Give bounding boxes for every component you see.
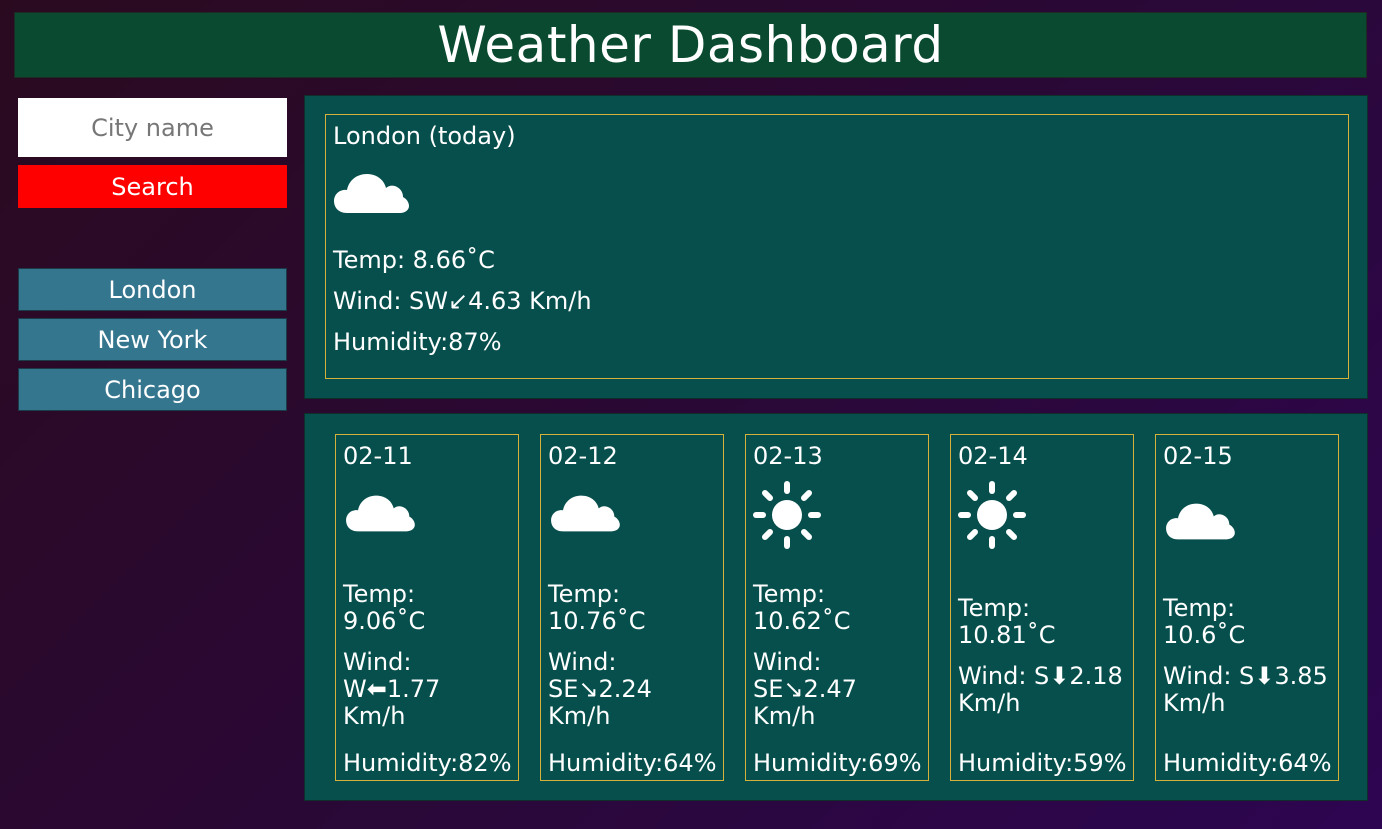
current-humidity: Humidity:87% bbox=[333, 328, 502, 356]
current-weather-panel: London (today) Temp: 8.66˚C Wind: SW↙4.6… bbox=[304, 95, 1368, 399]
forecast-date: 02-12 bbox=[548, 442, 618, 470]
forecast-date: 02-15 bbox=[1163, 442, 1233, 470]
forecast-wind: Wind: SE↘2.47 Km/h bbox=[753, 648, 857, 730]
search-history-list: London New York Chicago bbox=[18, 268, 287, 418]
cloud-icon bbox=[346, 495, 415, 532]
city-search-input[interactable] bbox=[18, 98, 287, 157]
history-button-london[interactable]: London bbox=[18, 268, 287, 311]
app-header: Weather Dashboard bbox=[14, 12, 1367, 78]
forecast-temp: Temp: 9.06˚C bbox=[343, 580, 426, 635]
forecast-date: 02-14 bbox=[958, 442, 1028, 470]
forecast-card: 02-14 Temp: 10.81˚C Wind: S⬇2.18 Km/h Hum bbox=[950, 434, 1134, 781]
forecast-wind: Wind: SE↘2.24 Km/h bbox=[548, 648, 652, 730]
forecast-date: 02-11 bbox=[343, 442, 413, 470]
forecast-card: 02-13 Temp: 10.62˚C Wind: SE↘2.47 Km/h Hum bbox=[745, 434, 929, 781]
history-button-new-york[interactable]: New York bbox=[18, 318, 287, 361]
forecast-card: 02-12 Temp: 10.76˚C Wind: SE↘2.24 Km/h Humi… bbox=[540, 434, 724, 781]
forecast-temp: Temp: 10.62˚C bbox=[753, 580, 851, 635]
forecast-panel: 02-11 Temp: 9.06˚C Wind: W⬅1.77 Km/h Humidi… bbox=[304, 413, 1368, 801]
search-button[interactable]: Search bbox=[18, 165, 287, 208]
history-button-chicago[interactable]: Chicago bbox=[18, 368, 287, 411]
forecast-humidity: Humidity:69% bbox=[753, 749, 922, 777]
forecast-humidity: Humidity:64% bbox=[1163, 749, 1332, 777]
current-city-title: London (today) bbox=[333, 122, 516, 150]
sun-icon bbox=[753, 481, 821, 549]
cloud-icon bbox=[551, 495, 620, 532]
forecast-temp: Temp: 10.6˚C bbox=[1163, 594, 1246, 649]
forecast-wind: Wind: W⬅1.77 Km/h bbox=[343, 648, 441, 730]
forecast-temp: Temp: 10.76˚C bbox=[548, 580, 646, 635]
cloud-icon bbox=[1166, 503, 1235, 540]
page-title: Weather Dashboard bbox=[437, 16, 944, 74]
sun-icon bbox=[958, 481, 1026, 549]
forecast-wind: Wind: S⬇3.85 Km/h bbox=[1163, 662, 1328, 717]
forecast-humidity: Humidity:59% bbox=[958, 749, 1127, 777]
forecast-card: 02-15 Temp: 10.6˚C Wind: S⬇3.85 Km/h Humid… bbox=[1155, 434, 1339, 781]
forecast-card: 02-11 Temp: 9.06˚C Wind: W⬅1.77 Km/h Humidi… bbox=[335, 434, 519, 781]
current-weather-card: London (today) Temp: 8.66˚C Wind: SW↙4.6… bbox=[325, 114, 1349, 379]
forecast-humidity: Humidity:64% bbox=[548, 749, 717, 777]
forecast-date: 02-13 bbox=[753, 442, 823, 470]
cloud-icon bbox=[334, 174, 409, 213]
forecast-humidity: Humidity:82% bbox=[343, 749, 512, 777]
forecast-temp: Temp: 10.81˚C bbox=[958, 594, 1056, 649]
current-temp: Temp: 8.66˚C bbox=[333, 246, 495, 274]
forecast-wind: Wind: S⬇2.18 Km/h bbox=[958, 662, 1123, 717]
current-wind: Wind: SW↙4.63 Km/h bbox=[333, 287, 592, 315]
